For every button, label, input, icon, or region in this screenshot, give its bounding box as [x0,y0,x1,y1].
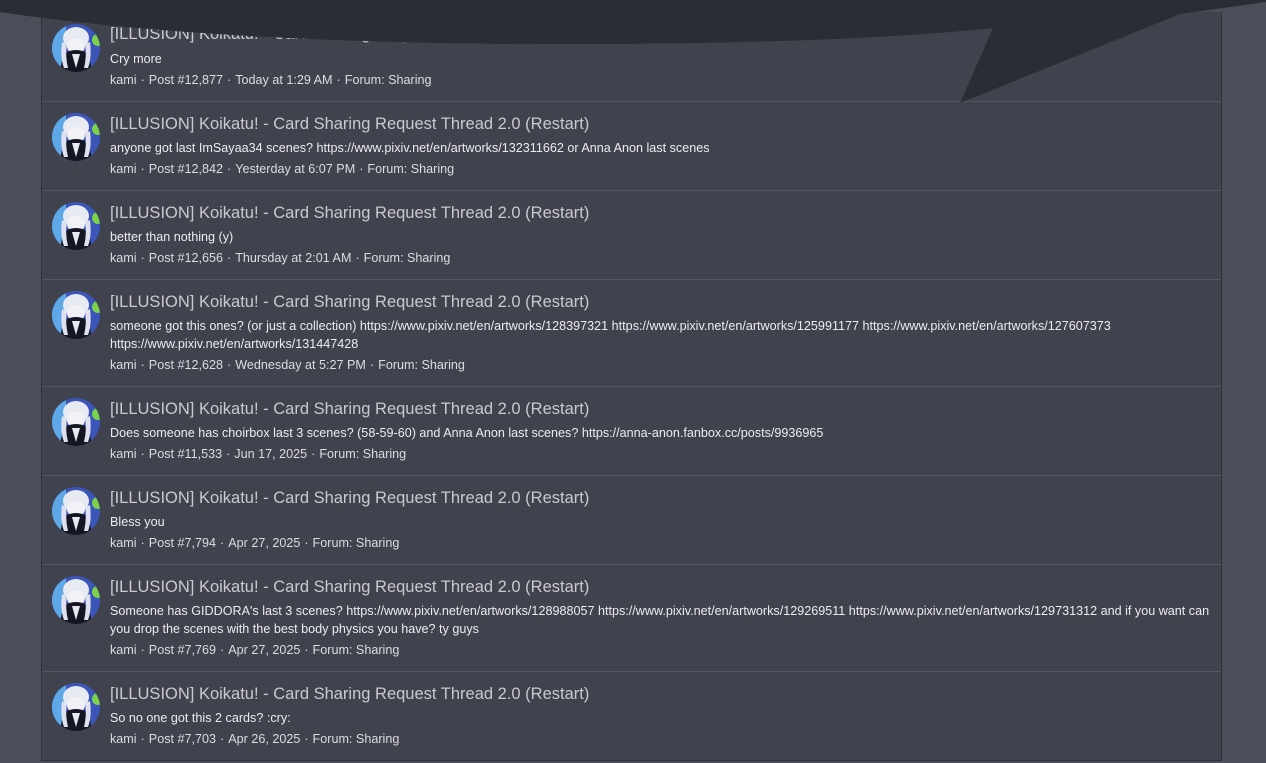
meta-separator: · [220,536,225,550]
forum-link[interactable]: Forum: Sharing [378,358,465,372]
result-title-link[interactable]: [ILLUSION] Koikatu! - Card Sharing Reque… [110,684,589,704]
meta-separator: · [304,536,309,550]
result-snippet: someone got this ones? (or just a collec… [110,319,1111,351]
avatar[interactable] [52,487,100,535]
forum-link[interactable]: Forum: Sharing [345,73,432,87]
result-title-link[interactable]: [ILLUSION] Koikatu! - Card Sharing Reque… [110,292,589,312]
result-meta: kami · Post #12,656 · Thursday at 2:01 AM · Fo… [110,249,450,267]
post-date: Wednesday at 5:27 PM [235,358,366,372]
result-meta: kami · Post #12,628 · Wednesday at 5:27 PM · F… [110,356,465,374]
post-number-link[interactable]: Post #7,794 [149,536,216,550]
post-date: Yesterday at 6:07 PM [235,162,356,176]
search-results-list: [ILLUSION] Koikatu! - Card Sharing Reque… [41,12,1222,761]
meta-separator: · [355,251,360,265]
meta-separator: · [227,73,232,87]
forum-link[interactable]: Forum: Sharing [319,447,406,461]
post-number-link[interactable]: Post #11,533 [149,447,222,461]
forum-link[interactable]: Forum: Sharing [313,643,400,657]
result-snippet: Cry more [110,52,162,66]
meta-separator: · [227,162,232,176]
author-link[interactable]: kami [110,536,137,550]
search-result[interactable]: [ILLUSION] Koikatu! - Card Sharing Reque… [42,387,1221,476]
meta-separator: · [304,643,309,657]
search-result[interactable]: [ILLUSION] Koikatu! - Card Sharing Reque… [42,102,1221,191]
meta-separator: · [140,447,145,461]
post-number-link[interactable]: Post #12,842 [149,162,223,176]
result-meta: kami · Post #12,877 · Today at 1:29 AM · Forum… [110,71,432,89]
post-date: Apr 27, 2025 [228,643,301,657]
result-meta: kami · Post #7,703 · Apr 26, 2025 · Forum: Sha… [110,730,399,748]
meta-separator: · [140,643,145,657]
avatar[interactable] [52,24,100,72]
search-result[interactable]: [ILLUSION] Koikatu! - Card Sharing Reque… [42,280,1221,387]
result-snippet: Does someone has choirbox last 3 scenes?… [110,426,824,440]
result-title-link[interactable]: [ILLUSION] Koikatu! - Card Sharing Reque… [110,203,589,223]
author-link[interactable]: kami [110,358,137,372]
page: [ILLUSION] Koikatu! - Card Sharing Reque… [0,0,1266,763]
result-snippet: anyone got last ImSayaa34 scenes? https:… [110,141,710,155]
result-meta: kami · Post #7,794 · Apr 27, 2025 · Forum: Sha… [110,534,399,552]
meta-separator: · [227,251,232,265]
avatar[interactable] [52,202,100,250]
result-meta: kami · Post #7,769 · Apr 27, 2025 · Forum: Sha… [110,641,399,659]
result-snippet: Someone has GIDDORA's last 3 scenes? htt… [110,604,1210,636]
avatar[interactable] [52,683,100,731]
meta-separator: · [140,251,145,265]
result-title-link[interactable]: [ILLUSION] Koikatu! - Card Sharing Reque… [110,577,589,597]
post-date: Thursday at 2:01 AM [235,251,352,265]
result-title-link[interactable]: [ILLUSION] Koikatu! - Card Sharing Reque… [110,114,589,134]
forum-link[interactable]: Forum: Sharing [313,732,400,746]
search-result[interactable]: [ILLUSION] Koikatu! - Card Sharing Reque… [42,565,1221,672]
author-link[interactable]: kami [110,162,137,176]
meta-separator: · [220,643,225,657]
result-meta: kami · Post #11,533 · Jun 17, 2025 · Forum: Sh… [110,445,406,463]
meta-separator: · [140,73,145,87]
meta-separator: · [220,732,225,746]
result-snippet: better than nothing (y) [110,230,234,244]
meta-separator: · [140,162,145,176]
author-link[interactable]: kami [110,643,137,657]
meta-separator: · [369,358,375,372]
meta-separator: · [140,732,145,746]
result-snippet: Bless you [110,515,165,529]
meta-separator: · [336,73,341,87]
post-number-link[interactable]: Post #7,769 [149,643,216,657]
forum-link[interactable]: Forum: Sharing [364,251,451,265]
post-date: Apr 27, 2025 [228,536,301,550]
meta-separator: · [304,732,309,746]
meta-separator: · [140,536,145,550]
meta-separator: · [140,358,145,372]
result-title-link[interactable]: [ILLUSION] Koikatu! - Card Sharing Reque… [110,24,589,44]
avatar[interactable] [52,576,100,624]
search-result[interactable]: [ILLUSION] Koikatu! - Card Sharing Reque… [42,672,1221,760]
post-date: Today at 1:29 AM [235,73,333,87]
post-number-link[interactable]: Post #12,877 [149,73,223,87]
avatar[interactable] [52,113,100,161]
author-link[interactable]: kami [110,73,137,87]
forum-link[interactable]: Forum: Sharing [367,162,454,176]
forum-link[interactable]: Forum: Sharing [313,536,400,550]
result-title-link[interactable]: [ILLUSION] Koikatu! - Card Sharing Reque… [110,399,589,419]
meta-separator: · [226,447,231,461]
search-result[interactable]: [ILLUSION] Koikatu! - Card Sharing Reque… [42,191,1221,280]
author-link[interactable]: kami [110,251,137,265]
result-snippet: So no one got this 2 cards? :cry: [110,711,291,725]
search-result[interactable]: [ILLUSION] Koikatu! - Card Sharing Reque… [42,476,1221,565]
author-link[interactable]: kami [110,732,137,746]
result-meta: kami · Post #12,842 · Yesterday at 6:07 PM · F… [110,160,454,178]
meta-separator: · [359,162,364,176]
post-number-link[interactable]: Post #7,703 [149,732,216,746]
post-number-link[interactable]: Post #12,656 [149,251,223,265]
post-number-link[interactable]: Post #12,628 [149,358,223,372]
author-link[interactable]: kami [110,447,137,461]
meta-separator: · [227,358,232,372]
meta-separator: · [311,447,316,461]
avatar[interactable] [52,291,100,339]
post-date: Jun 17, 2025 [234,447,308,461]
post-date: Apr 26, 2025 [228,732,301,746]
search-result[interactable]: [ILLUSION] Koikatu! - Card Sharing Reque… [42,12,1221,102]
avatar[interactable] [52,398,100,446]
result-title-link[interactable]: [ILLUSION] Koikatu! - Card Sharing Reque… [110,488,589,508]
